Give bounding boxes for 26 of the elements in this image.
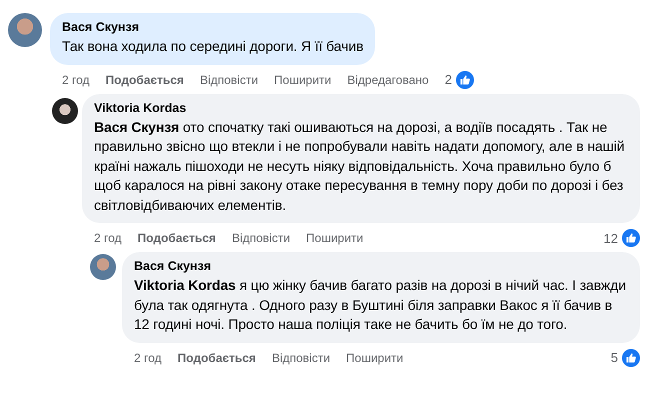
like-icon bbox=[456, 70, 474, 88]
like-icon bbox=[622, 348, 640, 366]
timestamp-link[interactable]: 2 год bbox=[62, 72, 90, 86]
comment-text: Так вона ходила по середині дороги. Я її бачив bbox=[62, 37, 364, 56]
action-link[interactable]: Подобається bbox=[106, 72, 184, 86]
action-link[interactable]: Поширити bbox=[306, 231, 364, 245]
action-link[interactable]: Поширити bbox=[274, 72, 332, 86]
edited-label: Відредаговано bbox=[347, 72, 429, 86]
author-name[interactable]: Вася Скунзя bbox=[134, 259, 628, 273]
reaction-count[interactable]: 5 bbox=[610, 350, 618, 365]
timestamp-link[interactable]: 2 год bbox=[134, 350, 162, 364]
timestamp-link[interactable]: 2 год bbox=[94, 231, 122, 245]
comment-text: Viktoria Kordas я цю жінку бачив багато разів на дорозі в нічий час. І завжди була так одягнута . Одного разу в Буштині біля заправки Вакос я її бачив в 12 годині ночі. Просто наша поліція таке не бачить бо їм не до того. bbox=[134, 276, 627, 334]
author-name[interactable]: Viktoria Kordas bbox=[94, 100, 628, 114]
action-link[interactable]: Подобається bbox=[138, 231, 216, 245]
avatar-icon[interactable] bbox=[52, 98, 78, 124]
like-icon bbox=[622, 229, 640, 247]
action-link[interactable]: Поширити bbox=[346, 350, 404, 364]
reaction-count[interactable]: 12 bbox=[604, 230, 618, 246]
reaction-count[interactable]: 2 bbox=[444, 72, 452, 87]
author-name[interactable]: Вася Скунзя bbox=[62, 20, 364, 34]
action-link[interactable]: Подобається bbox=[178, 350, 256, 364]
action-link[interactable]: Відповісти bbox=[272, 350, 330, 364]
action-link[interactable]: Відповісти bbox=[232, 231, 290, 245]
comment-text: Вася Скунзя ото спочатку такі ошиваються на дорозі, а водіїв посадять . Так не правильно звісно що втекли і не попробували навіть надати допомогу, але в нашій країні нажаль пішоходи не несуть ніяку відповідальність. Хоча правильно було б щоб каралося на рівні закону отаке пересування в темну пору доби по дорозі і без світловідбиваючих елементів. bbox=[94, 118, 626, 215]
action-link[interactable]: Відповісти bbox=[200, 72, 258, 86]
